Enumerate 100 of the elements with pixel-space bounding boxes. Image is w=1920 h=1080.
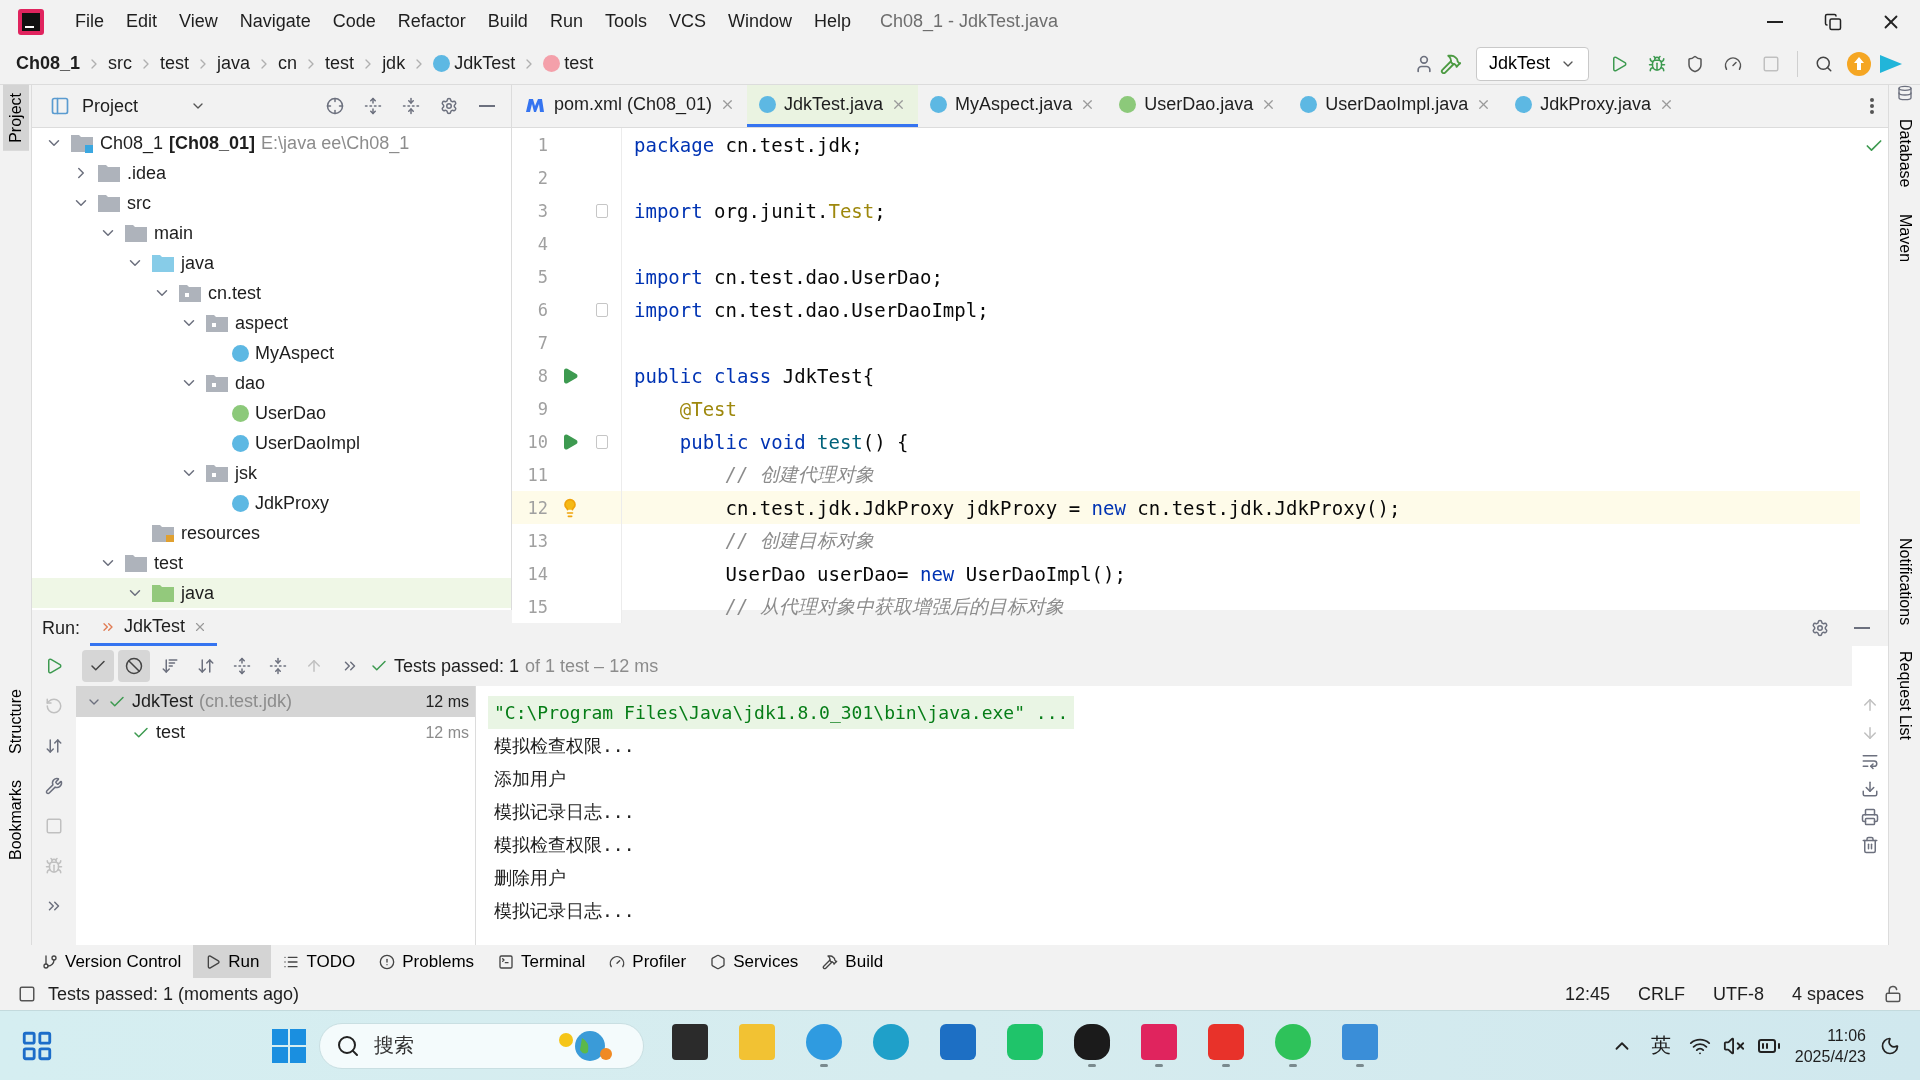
minus-icon [479,105,495,107]
search-icon [336,1033,361,1058]
breadcrumb[interactable]: jdk [382,53,406,74]
menu-item[interactable]: Code [321,11,387,32]
tree-item[interactable]: Ch08_1 [Ch08_01] E:\java ee\Ch08_1 [32,128,511,158]
tool-window-tab[interactable]: Maven [1891,205,1918,270]
menu-item[interactable]: Tools [593,11,658,32]
tool-window-tab[interactable]: Project [2,85,29,151]
editor-tab[interactable]: pom.xml (Ch08_01) [512,85,748,127]
editor-tab[interactable]: JdkProxy.java [1503,85,1686,127]
trash-icon [1861,836,1879,854]
breadcrumb[interactable]: src [108,53,133,74]
tree-item[interactable]: aspect [32,308,511,338]
rerun-icon [45,697,63,715]
package-icon [205,463,229,483]
status-item[interactable]: UTF-8 [1704,983,1772,1005]
code-line: import cn.test.dao.UserDaoImpl; [633,297,990,323]
menu-item[interactable]: Run [538,11,594,32]
tool-window-tab[interactable]: Notifications [1891,529,1918,633]
tool-tab[interactable]: Problems [367,945,487,978]
tool-tab[interactable]: Terminal [486,945,598,978]
breadcrumb[interactable]: java [217,53,251,74]
editor-tab[interactable]: UserDao.java [1107,85,1289,127]
tool-tab[interactable]: Build [810,945,896,978]
menu-item[interactable]: VCS [657,11,717,32]
menu-item[interactable]: Edit [115,11,169,32]
tool-tab[interactable]: Version Control [30,945,194,978]
tree-item[interactable]: main [32,218,511,248]
menu-item[interactable]: Navigate [228,11,322,32]
show-passed-button[interactable] [82,650,114,682]
breadcrumb[interactable]: Ch08_1 [16,53,81,74]
search-box[interactable]: 搜索 [319,1022,645,1069]
tree-item[interactable]: java [32,578,511,608]
line-number: 3 [536,200,548,221]
update-icon[interactable] [1846,50,1872,77]
editor-tab[interactable]: MyAspect.java [918,85,1108,127]
class-icon [1300,96,1318,113]
menu-item[interactable]: Help [803,11,863,32]
tree-item[interactable]: UserDao [32,398,511,428]
expand-icon [233,657,251,675]
search-field[interactable]: 搜索 [372,1033,543,1058]
tree-item[interactable]: resources [32,518,511,548]
status-item[interactable]: 12:45 [1556,983,1618,1005]
breadcrumb[interactable]: test [160,53,190,74]
tests-summary-detail: of 1 test – 12 ms [525,655,659,677]
tool-window-tab[interactable]: Database [1891,111,1918,196]
menu-item[interactable]: Refactor [386,11,477,32]
panel-toggle-icon [18,985,36,1003]
fold-marker[interactable] [596,434,608,449]
tool-tab[interactable]: Services [698,945,811,978]
panel-title[interactable]: Project [82,95,184,117]
restore-icon [1824,12,1842,31]
show-ignored-button[interactable] [118,650,150,682]
menu-item[interactable]: View [168,11,229,32]
editor-tab[interactable]: JdkTest.java [747,85,919,127]
input-method-indicator[interactable]: 英 [1650,1032,1671,1059]
tool-tab[interactable]: Profiler [597,945,699,978]
tool-tab[interactable]: Run [193,945,272,978]
editor-tab[interactable]: UserDaoImpl.java [1288,85,1504,127]
minimize-icon [1767,20,1783,23]
menu-item[interactable]: File [64,11,115,32]
tool-window-tab[interactable]: Structure [2,680,29,762]
tree-item[interactable]: .idea [32,158,511,188]
breadcrumb[interactable]: test [543,53,594,74]
menu-item[interactable]: Build [476,11,539,32]
status-item[interactable]: CRLF [1629,983,1693,1005]
test-result-row[interactable]: JdkTest (cn.test.jdk) 12 ms [76,686,475,717]
fold-marker[interactable] [596,203,608,218]
lock-icon [1884,985,1902,1003]
tree-label: test [154,552,183,574]
status-item[interactable]: 4 spaces [1783,983,1872,1005]
breadcrumb[interactable]: cn [278,53,298,74]
package-icon [178,283,202,303]
code-line: public void test() { [678,429,910,455]
package-icon [205,313,229,333]
tree-item[interactable]: java [32,248,511,278]
start-icon[interactable] [271,1027,308,1064]
breadcrumb[interactable]: test [325,53,355,74]
code-line: // 创建目标对象 [724,527,875,553]
tree-item[interactable]: src [32,188,511,218]
tool-window-tab[interactable]: Request List [1891,642,1918,748]
tree-item[interactable]: test [32,548,511,578]
tool-tab[interactable]: TODO [271,945,368,978]
menu-item[interactable]: Window [716,11,803,32]
tree-item[interactable]: cn.test [32,278,511,308]
clock[interactable]: 11:06 2025/4/23 [1794,1024,1866,1067]
fold-marker[interactable] [596,302,608,317]
tree-item[interactable]: JdkProxy [32,488,511,518]
build-icon [822,953,839,970]
tree-item[interactable]: UserDaoImpl [32,428,511,458]
tool-window-tab[interactable]: Bookmarks [2,771,29,868]
tree-item[interactable]: dao [32,368,511,398]
tree-item[interactable]: jsk [32,458,511,488]
test-session-tab[interactable]: JdkTest [90,610,218,646]
line-number: 4 [536,233,548,254]
interface-icon [1119,96,1137,113]
run-configuration-dropdown[interactable]: JdkTest [1475,46,1589,81]
tree-label: MyAspect [255,342,335,364]
tree-item[interactable]: MyAspect [32,338,511,368]
breadcrumb[interactable]: JdkTest [433,53,516,74]
